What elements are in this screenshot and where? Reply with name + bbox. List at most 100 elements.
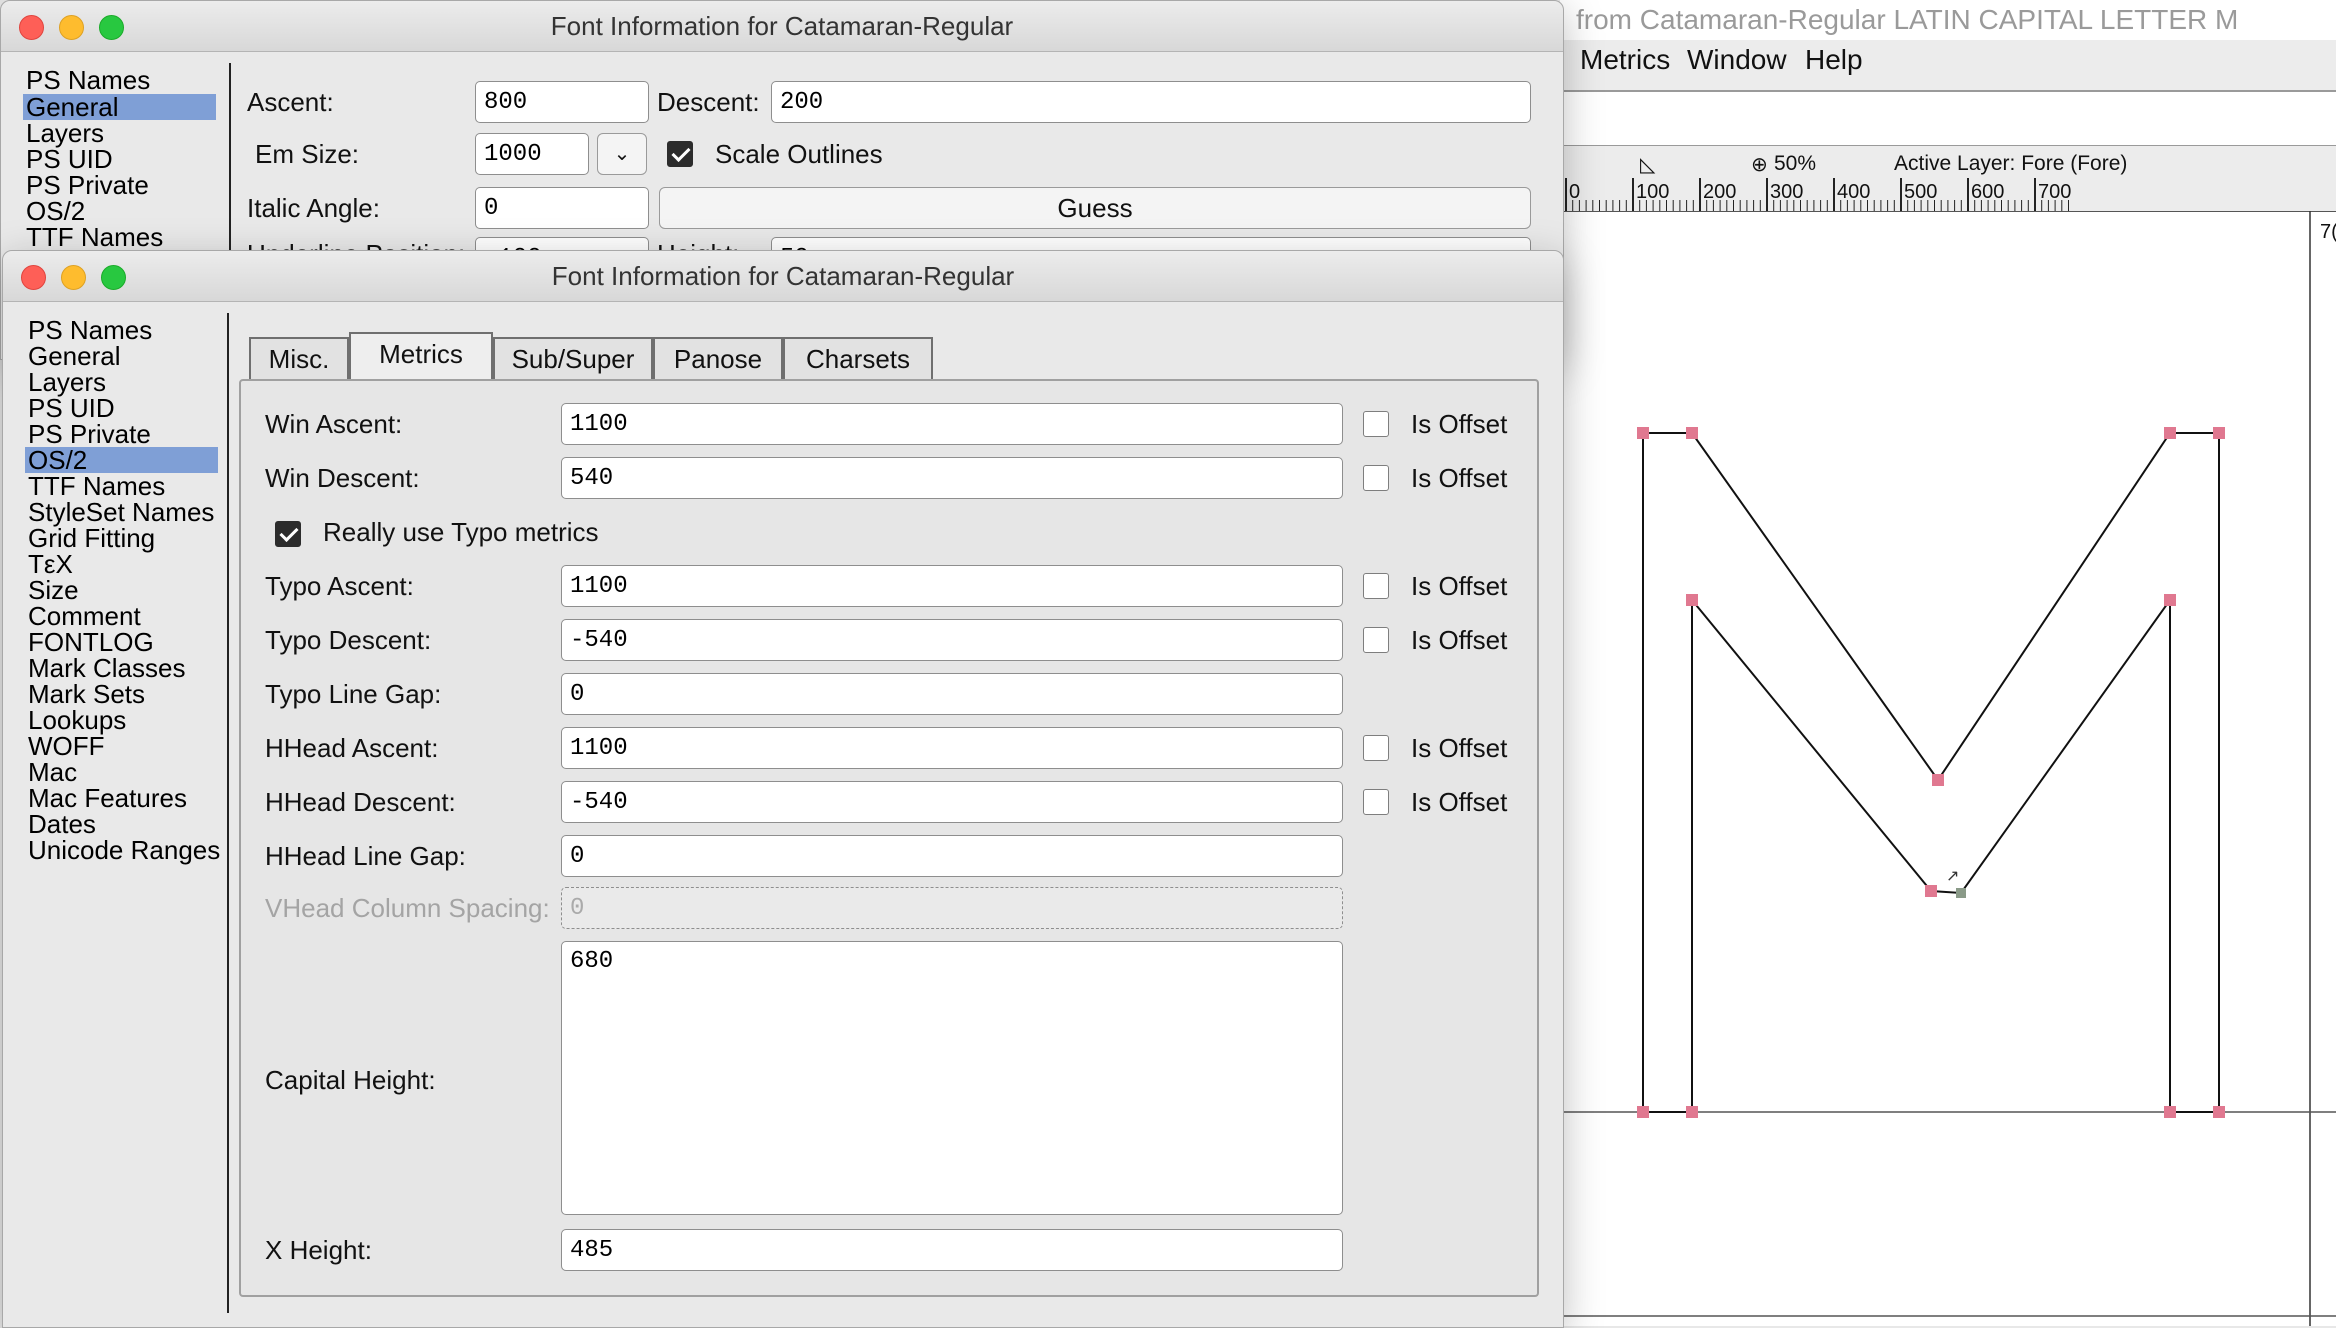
vhead-column-spacing-input [561, 887, 1343, 929]
glyph-point[interactable] [1637, 1106, 1649, 1118]
glyph-outline-svg[interactable]: ↗ [1560, 211, 2336, 1326]
back-category-ps-names[interactable]: PS Names [23, 67, 216, 93]
front-window-titlebar[interactable]: Font Information for Catamaran-Regular [3, 251, 1563, 302]
typo-descent-offset-checkbox[interactable] [1363, 627, 1389, 653]
category-mark-sets[interactable]: Mark Sets [25, 681, 218, 707]
start-point-marker[interactable] [1956, 888, 1966, 898]
glyph-point[interactable] [2164, 594, 2176, 606]
active-layer-label: Active Layer: Fore (Fore) [1894, 152, 2128, 175]
italic-angle-input[interactable] [475, 187, 649, 229]
glyph-point[interactable] [2164, 427, 2176, 439]
underline-height-input[interactable] [771, 237, 1531, 251]
typo-ascent-offset-checkbox[interactable] [1363, 573, 1389, 599]
category-grid-fitting[interactable]: Grid Fitting [25, 525, 218, 551]
category-mac[interactable]: Mac [25, 759, 218, 785]
ruler-tick-label: 0 [1569, 181, 1580, 203]
back-category-general[interactable]: General [23, 94, 216, 120]
back-category-layers[interactable]: Layers [23, 120, 216, 146]
hhead-ascent-offset-checkbox[interactable] [1363, 735, 1389, 761]
glyph-point[interactable] [1637, 427, 1649, 439]
tab-panose[interactable]: Panose [653, 337, 783, 380]
descent-input[interactable] [771, 81, 1531, 123]
glyph-point[interactable] [1932, 774, 1944, 786]
category-fontlog[interactable]: FONTLOG [25, 629, 218, 655]
hhead-descent-input[interactable] [561, 781, 1343, 823]
category-general[interactable]: General [25, 343, 218, 369]
glyph-point[interactable] [1686, 1106, 1698, 1118]
hhead-ascent-input[interactable] [561, 727, 1343, 769]
category-dates[interactable]: Dates [25, 811, 218, 837]
letter-m-contour[interactable] [1642, 432, 2220, 1113]
win-descent-offset-checkbox[interactable] [1363, 465, 1389, 491]
category-size[interactable]: Size [25, 577, 218, 603]
typo-line-gap-input[interactable] [561, 673, 1343, 715]
win-descent-input[interactable] [561, 457, 1343, 499]
x-height-input[interactable] [561, 1229, 1343, 1271]
category-unicode-ranges[interactable]: Unicode Ranges [25, 837, 220, 863]
capital-height-label: Capital Height: [265, 1065, 436, 1095]
tab-charsets[interactable]: Charsets [783, 337, 933, 380]
category-mac-features[interactable]: Mac Features [25, 785, 218, 811]
glyph-point[interactable] [1686, 427, 1698, 439]
em-size-input[interactable] [475, 133, 589, 175]
glyph-point[interactable] [1925, 885, 1937, 897]
ruler-ticks: 0 100 200 300 400 500 600 700 [1565, 178, 2071, 212]
em-size-dropdown[interactable]: ⌄ [597, 133, 647, 175]
typo-line-gap-label: Typo Line Gap: [265, 679, 442, 709]
category-woff[interactable]: WOFF [25, 733, 218, 759]
category-styleset-names[interactable]: StyleSet Names [25, 499, 218, 525]
glyph-canvas[interactable]: ↗ 7( [1560, 211, 2336, 1326]
win-ascent-offset-checkbox[interactable] [1363, 411, 1389, 437]
back-window-title: Font Information for Catamaran-Regular [550, 11, 1014, 41]
menu-metrics[interactable]: Metrics [1580, 44, 1670, 76]
glyph-point[interactable] [2213, 427, 2225, 439]
category-os2[interactable]: OS/2 [25, 447, 218, 473]
glyph-point[interactable] [2213, 1106, 2225, 1118]
back-window-titlebar[interactable]: Font Information for Catamaran-Regular [1, 1, 1563, 52]
underline-position-input[interactable] [475, 237, 649, 251]
category-lookups[interactable]: Lookups [25, 707, 218, 733]
glyph-point[interactable] [1686, 594, 1698, 606]
menu-help[interactable]: Help [1805, 44, 1863, 76]
menu-window[interactable]: Window [1687, 44, 1787, 76]
category-ps-names[interactable]: PS Names [25, 317, 218, 343]
tab-misc[interactable]: Misc. [249, 337, 349, 380]
category-mark-classes[interactable]: Mark Classes [25, 655, 218, 681]
category-layers[interactable]: Layers [25, 369, 218, 395]
category-tex[interactable]: TεX [25, 551, 218, 577]
back-category-ps-uid[interactable]: PS UID [23, 146, 216, 172]
metrics-tab-panel: Win Ascent: Is Offset Win Descent: Is Of… [239, 379, 1539, 1297]
hhead-descent-offset-checkbox[interactable] [1363, 789, 1389, 815]
glyph-point[interactable] [2164, 1106, 2176, 1118]
tab-metrics[interactable]: Metrics [349, 332, 493, 380]
category-comment[interactable]: Comment [25, 603, 218, 629]
category-ttf-names[interactable]: TTF Names [25, 473, 218, 499]
font-info-window-front: Font Information for Catamaran-Regular P… [2, 250, 1564, 1328]
category-ps-uid[interactable]: PS UID [25, 395, 218, 421]
back-category-ttf-names[interactable]: TTF Names [23, 224, 216, 250]
ascent-input[interactable] [475, 81, 649, 123]
ruler-tick-label: 100 [1636, 181, 1669, 203]
typo-ascent-input[interactable] [561, 565, 1343, 607]
really-use-typo-label: Really use Typo metrics [323, 517, 599, 547]
ruler-tick-label: 600 [1971, 181, 2004, 203]
typo-descent-input[interactable] [561, 619, 1343, 661]
really-use-typo-checkbox[interactable] [275, 521, 301, 547]
front-list-separator [227, 313, 229, 1313]
ruler-tick-label: 300 [1770, 181, 1803, 203]
back-category-os2[interactable]: OS/2 [23, 198, 216, 224]
scale-outlines-checkbox[interactable] [667, 141, 693, 167]
tab-sub-super[interactable]: Sub/Super [493, 337, 653, 380]
capital-height-input[interactable]: 680 [561, 941, 1343, 1215]
win-ascent-input[interactable] [561, 403, 1343, 445]
corner-label: 7( [2320, 221, 2336, 243]
win-ascent-label: Win Ascent: [265, 409, 403, 439]
horizontal-ruler: 0 100 200 300 400 500 600 700 [1560, 178, 2336, 214]
guess-button[interactable]: Guess [659, 187, 1531, 229]
on-curve-points[interactable] [1637, 427, 2225, 1118]
back-category-ps-private[interactable]: PS Private [23, 172, 216, 198]
category-ps-private[interactable]: PS Private [25, 421, 218, 447]
hhead-line-gap-input[interactable] [561, 835, 1343, 877]
ruler-tool-icon[interactable]: ◺ [1640, 152, 1655, 177]
zoom-icon: ⊕ [1751, 154, 1768, 176]
